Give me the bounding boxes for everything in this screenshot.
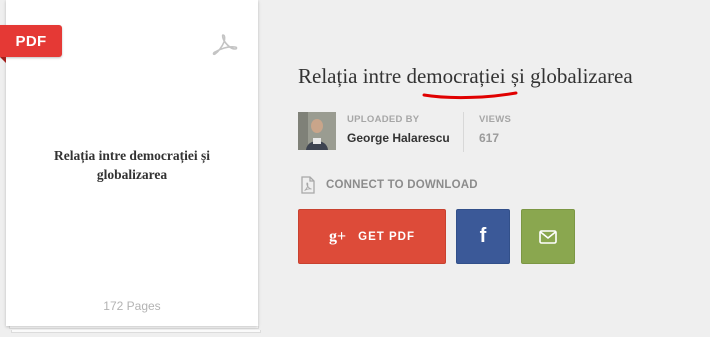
uploader-name[interactable]: George Halarescu — [347, 131, 450, 145]
page-stack-edge — [11, 330, 261, 333]
pdf-file-icon — [301, 176, 315, 194]
views-count: 617 — [479, 131, 500, 145]
document-cover-title: Relația intre democrației și globalizare… — [53, 148, 211, 182]
avatar[interactable] — [298, 112, 336, 150]
red-underline-annotation — [422, 91, 518, 100]
meta-divider — [463, 112, 464, 152]
connect-to-download[interactable]: CONNECT TO DOWNLOAD — [326, 179, 478, 191]
views-label: VIEWS — [479, 114, 512, 125]
pdf-badge: PDF — [0, 25, 62, 63]
page-stack-edge — [9, 326, 259, 329]
document-preview[interactable]: Relația intre democrației și globalizare… — [0, 0, 261, 337]
email-button[interactable] — [521, 209, 575, 264]
avatar-photo — [298, 112, 336, 150]
acrobat-icon — [212, 34, 238, 56]
facebook-icon: f — [479, 225, 487, 247]
page-count: 172 Pages — [103, 299, 161, 313]
uploaded-by-label: UPLOADED BY — [347, 114, 420, 125]
page-title: Relația intre democrației și globalizare… — [298, 64, 633, 88]
facebook-button[interactable]: f — [456, 209, 510, 264]
google-plus-icon: g+ — [329, 227, 347, 245]
get-pdf-label: GET PDF — [358, 230, 415, 243]
get-pdf-button[interactable]: g+ GET PDF — [298, 209, 446, 264]
envelope-icon — [539, 229, 557, 244]
page: Relația intre democrației și globalizare… — [0, 0, 710, 337]
